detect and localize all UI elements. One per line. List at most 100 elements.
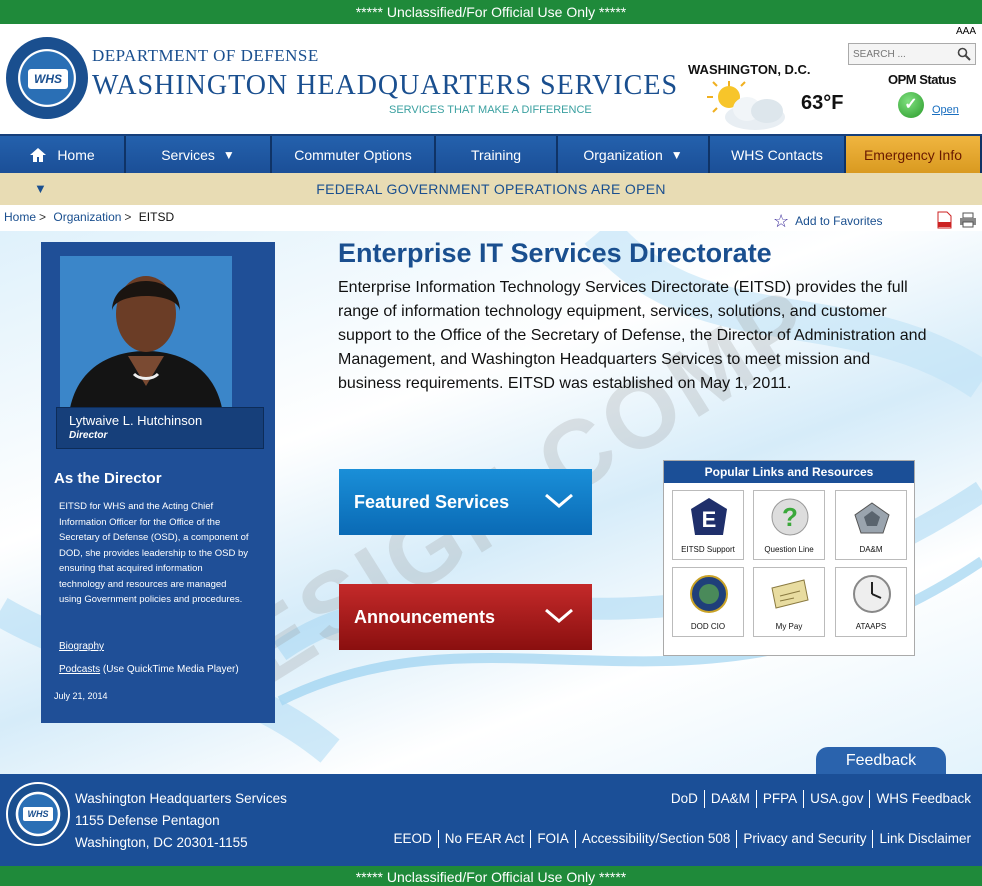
search-box [848,43,976,65]
weather-city: WASHINGTON, D.C. [688,62,811,77]
eitsd-support-icon: E [691,498,727,535]
popular-links-title: Popular Links and Resources [664,461,914,483]
whs-seal-logo[interactable]: WHS [6,37,88,119]
search-icon[interactable] [957,47,971,61]
footer-whs-seal: WHS [6,782,70,846]
dod-cio-seal-icon [690,575,728,613]
classification-banner-bottom: ***** Unclassified/For Official Use Only… [0,866,982,886]
featured-services-label: Featured Services [354,491,510,512]
agency-name[interactable]: WASHINGTON HEADQUARTERS SERVICES [92,70,678,102]
print-icon[interactable] [959,212,977,228]
announcements-accordion[interactable]: Announcements [339,584,592,650]
announcements-label: Announcements [354,606,496,627]
nav-label: Services [161,146,215,163]
nav-label: Organization [583,146,663,163]
tile-ataaps[interactable]: ATAAPS [835,567,907,637]
footer-links-primary: DoD DA&M PFPA USA.gov WHS Feedback [665,790,977,808]
chevron-down-icon [545,493,573,508]
nav-home[interactable]: Home [0,136,126,173]
footer-link-disclaimer[interactable]: Link Disclaimer [872,830,977,848]
address-line: Washington, DC 20301-1155 [75,835,248,850]
tile-label: DA&M [859,545,883,554]
breadcrumb-current: EITSD [138,210,175,224]
director-bio-text: EITSD for WHS and the Acting Chief Infor… [59,501,249,605]
director-name: Lytwaive L. Hutchinson [69,413,203,428]
temperature: 63°F [801,92,844,114]
star-icon: ☆ [773,211,790,231]
nav-label: WHS Contacts [731,146,823,163]
director-nameplate: Lytwaive L. Hutchinson Director [56,407,264,449]
director-title: Director [69,430,108,441]
operations-status-text: FEDERAL GOVERNMENT OPERATIONS ARE OPEN [316,181,666,197]
director-heading: As the Director [54,470,162,487]
director-portrait [60,256,232,408]
opm-status-label: OPM Status [888,72,956,87]
footer-link-eeod[interactable]: EEOD [388,830,438,848]
footer-link-pfpa[interactable]: PFPA [755,790,803,808]
intro-paragraph: Enterprise Information Technology Servic… [338,279,927,392]
footer-link-no-fear-act[interactable]: No FEAR Act [437,830,531,848]
tile-label: Question Line [764,545,814,554]
nav-organization[interactable]: Organization ▼ [558,136,710,173]
breadcrumb: Home > Organization > EITSD [4,210,175,224]
seal-label: WHS [23,807,53,821]
question-icon: ? [771,498,809,536]
nav-commuter-options[interactable]: Commuter Options [272,136,436,173]
site-footer: WHS Washington Headquarters Services 115… [0,774,982,866]
podcasts-note: (Use QuickTime Media Player) [102,664,239,675]
pdf-icon[interactable] [936,211,952,229]
nav-training[interactable]: Training [436,136,558,173]
tile-label: DOD CIO [690,622,726,631]
breadcrumb-organization[interactable]: Organization [53,210,121,224]
department-name: DEPARTMENT OF DEFENSE [92,46,319,65]
home-icon [30,147,47,162]
add-to-favorites-link[interactable]: ☆ Add to Favorites [773,211,883,232]
footer-link-usagov[interactable]: USA.gov [803,790,869,808]
nav-label: Home [57,146,95,163]
nav-label: Training [470,146,522,163]
operations-status-bar: ▼ FEDERAL GOVERNMENT OPERATIONS ARE OPEN [0,173,982,205]
opm-status-link[interactable]: Open [932,104,959,116]
svg-text:E: E [702,507,717,532]
check-paper-icon [771,579,809,609]
podcasts-line: Podcasts (Use QuickTime Media Player) [59,664,239,675]
footer-link-whs-feedback[interactable]: WHS Feedback [869,790,977,808]
tile-dam[interactable]: DA&M [835,490,907,560]
breadcrumb-home[interactable]: Home [4,210,36,224]
tile-question-line[interactable]: ? Question Line [753,490,825,560]
site-header: WHS DEPARTMENT OF DEFENSE WASHINGTON HEA… [0,24,982,134]
director-date: July 21, 2014 [54,691,108,701]
podcasts-link[interactable]: Podcasts [59,664,100,675]
text-size-control[interactable]: AAA [956,26,976,37]
classification-banner-top: ***** Unclassified/For Official Use Only… [0,0,982,24]
footer-link-accessibility[interactable]: Accessibility/Section 508 [574,830,737,848]
tile-my-pay[interactable]: My Pay [753,567,825,637]
main-nav: Home Services ▼ Commuter Options Trainin… [0,134,982,173]
pentagon-icon [854,502,890,534]
biography-link[interactable]: Biography [59,641,104,652]
clock-icon [853,575,891,613]
tile-dod-cio[interactable]: DOD CIO [672,567,744,637]
footer-link-dam[interactable]: DA&M [703,790,756,808]
nav-whs-contacts[interactable]: WHS Contacts [710,136,846,173]
tagline: SERVICES THAT MAKE A DIFFERENCE [389,104,592,116]
toggle-down-icon[interactable]: ▼ [34,173,47,205]
tile-label: ATAAPS [855,622,887,631]
featured-services-accordion[interactable]: Featured Services [339,469,592,535]
chevron-down-icon: ▼ [222,147,235,162]
chevron-down-icon [545,608,573,623]
page-title: Enterprise IT Services Directorate [338,238,772,268]
nav-services[interactable]: Services ▼ [126,136,272,173]
footer-link-privacy[interactable]: Privacy and Security [736,830,872,848]
search-input[interactable] [849,44,949,65]
partly-cloudy-icon [707,81,785,130]
tile-eitsd-support[interactable]: E EITSD Support [672,490,744,560]
address-line: Washington Headquarters Services [75,791,287,806]
feedback-tab[interactable]: Feedback [816,747,946,775]
footer-link-foia[interactable]: FOIA [530,830,575,848]
footer-links-secondary: EEOD No FEAR Act FOIA Accessibility/Sect… [388,830,977,848]
footer-link-dod[interactable]: DoD [665,790,704,808]
tile-label: EITSD Support [681,545,735,554]
popular-links-box: Popular Links and Resources E EITSD Supp… [663,460,915,656]
nav-emergency-info[interactable]: Emergency Info [846,136,982,173]
